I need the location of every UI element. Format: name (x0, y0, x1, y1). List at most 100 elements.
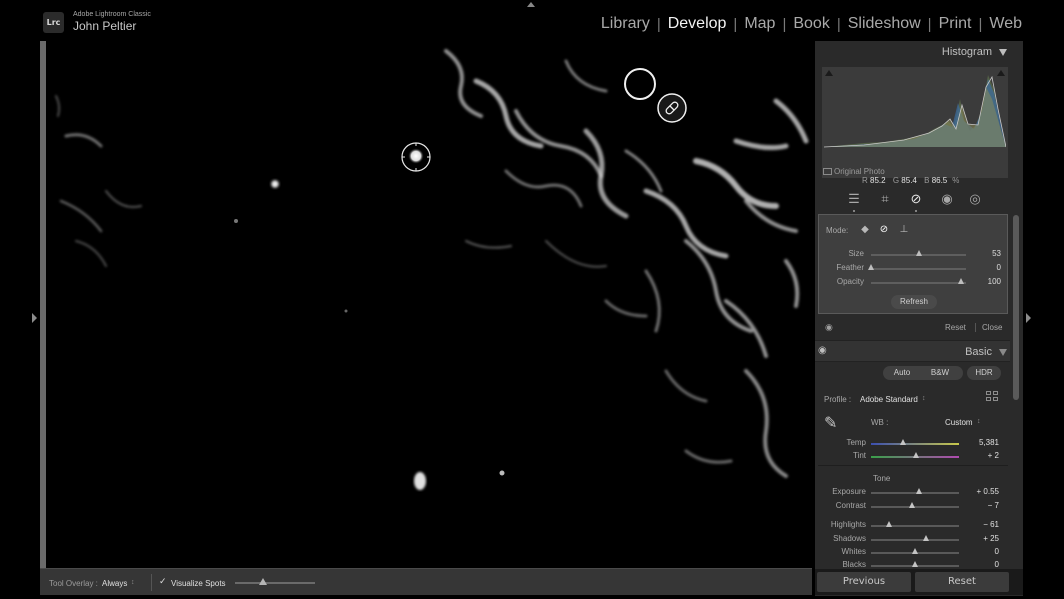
slider-tint[interactable]: Tint + 2 (815, 450, 1010, 462)
slider-thumb[interactable] (909, 502, 916, 508)
rgb-unit: % (952, 176, 960, 185)
slider-value[interactable]: − 61 (983, 520, 999, 529)
slider-value[interactable]: + 0.55 (977, 487, 999, 496)
slider-thumb[interactable] (916, 488, 923, 494)
slider-whites[interactable]: Whites 0 (815, 546, 1010, 558)
slider-feather[interactable]: Feather 0 (819, 262, 1009, 274)
profile-dropdown-icon[interactable]: ↕ (922, 395, 926, 402)
module-book[interactable]: Book (793, 15, 829, 33)
slider-size[interactable]: Size 53 (819, 248, 1009, 260)
visualize-spots-label[interactable]: Visualize Spots (171, 579, 226, 588)
slider-exposure[interactable]: Exposure + 0.55 (815, 486, 1010, 498)
tool-overlay-select[interactable]: Always (102, 579, 127, 588)
spot-close-button[interactable]: Close (982, 323, 1002, 332)
slider-value[interactable]: + 25 (983, 534, 999, 543)
slider-thumb[interactable] (899, 439, 906, 445)
histogram-header[interactable]: Histogram (815, 41, 1010, 63)
module-develop[interactable]: Develop (668, 15, 727, 33)
module-web[interactable]: Web (989, 15, 1022, 33)
slider-label: Shadows (833, 534, 866, 543)
slider-thumb[interactable] (912, 548, 918, 554)
slider-track[interactable] (871, 268, 966, 270)
slider-track[interactable] (871, 492, 959, 494)
toolbar-divider (151, 574, 152, 591)
slider-value[interactable]: 100 (988, 277, 1001, 286)
g-label: G (892, 176, 900, 185)
wb-dropdown-icon[interactable]: ↕ (977, 418, 981, 425)
slider-label: Exposure (832, 487, 866, 496)
reset-button[interactable]: Reset (915, 572, 1009, 592)
slider-value[interactable]: 5,381 (979, 438, 999, 447)
basic-collapse-icon[interactable] (999, 349, 1007, 356)
slider-thumb[interactable] (915, 250, 922, 256)
visualize-threshold-slider[interactable] (235, 582, 315, 584)
profile-browser-icon[interactable] (986, 391, 999, 403)
tool-overlay-dropdown-icon[interactable]: ↕ (131, 579, 135, 586)
original-photo-checkbox[interactable] (823, 168, 832, 175)
collapse-right-panel-icon[interactable] (1026, 313, 1031, 323)
masking-icon[interactable]: ◎ (967, 191, 983, 207)
basic-panel-header[interactable]: ◉ Basic (815, 340, 1010, 362)
slider-track[interactable] (871, 282, 966, 284)
slider-temp[interactable]: Temp 5,381 (815, 437, 1010, 449)
heal-icon[interactable]: ⊘ (878, 224, 890, 236)
slider-contrast[interactable]: Contrast − 7 (815, 500, 1010, 512)
slider-label: Feather (836, 263, 864, 272)
eye-icon[interactable]: ◉ (825, 322, 833, 333)
slider-thumb[interactable] (885, 521, 892, 527)
crop-icon[interactable]: ⌗ (877, 191, 893, 207)
module-library[interactable]: Library (601, 15, 650, 33)
slider-track[interactable] (871, 525, 959, 527)
slider-value[interactable]: 0 (997, 263, 1001, 272)
spot-reset-button[interactable]: Reset (945, 323, 966, 332)
eyedropper-icon[interactable]: ✎ (824, 413, 846, 435)
lightroom-logo: Lrc (43, 12, 64, 33)
module-slideshow[interactable]: Slideshow (848, 15, 921, 33)
module-separator: | (656, 15, 661, 33)
slider-value[interactable]: 53 (992, 249, 1001, 258)
slider-thumb[interactable] (912, 561, 918, 567)
collapse-top-panel-icon[interactable] (527, 2, 535, 7)
wb-select[interactable]: Custom (945, 418, 973, 427)
slider-label: Opacity (836, 277, 864, 286)
spot-brush-cursor (624, 68, 656, 100)
bw-button[interactable]: B&W (927, 366, 953, 380)
slider-thumb[interactable] (868, 264, 874, 270)
slider-value[interactable]: − 7 (988, 501, 999, 510)
visualize-threshold-thumb[interactable] (259, 578, 267, 585)
slider-value[interactable]: 0 (995, 547, 999, 556)
slider-opacity[interactable]: Opacity 100 (819, 276, 1009, 288)
hdr-button[interactable]: HDR (967, 366, 1001, 380)
slider-thumb[interactable] (922, 535, 929, 541)
slider-shadows[interactable]: Shadows + 25 (815, 533, 1010, 545)
redeye-icon[interactable]: ◉ (939, 191, 955, 207)
user-name: John Peltier (73, 19, 137, 33)
tool-overlay-label: Tool Overlay : (49, 579, 98, 588)
slider-label: Highlights (830, 520, 866, 529)
histogram-collapse-icon[interactable] (999, 49, 1007, 56)
photo-canvas[interactable] (40, 41, 812, 568)
highlight-clipping-icon[interactable] (997, 70, 1005, 76)
eye-icon[interactable]: ◉ (818, 345, 827, 356)
module-map[interactable]: Map (744, 15, 775, 33)
module-print[interactable]: Print (939, 15, 972, 33)
expand-left-panel-icon[interactable] (32, 313, 37, 323)
slider-track[interactable] (871, 443, 959, 445)
previous-button[interactable]: Previous (817, 572, 911, 592)
healing-icon[interactable]: ⊘ (908, 191, 924, 207)
profile-select[interactable]: Adobe Standard (860, 395, 918, 404)
auto-button[interactable]: Auto (888, 366, 916, 380)
refresh-button[interactable]: Refresh (891, 295, 937, 309)
visualize-spots-checkbox[interactable]: ✓ (159, 577, 168, 586)
slider-value[interactable]: + 2 (988, 451, 999, 460)
slider-thumb[interactable] (958, 278, 965, 284)
clone-icon[interactable]: ⊥ (898, 224, 910, 236)
panel-scrollbar[interactable] (1013, 215, 1019, 400)
shadow-clipping-icon[interactable] (825, 70, 833, 76)
slider-thumb[interactable] (912, 452, 919, 458)
slider-track[interactable] (871, 539, 959, 541)
sliders-icon[interactable]: ☰ (846, 191, 862, 207)
slider-highlights[interactable]: Highlights − 61 (815, 519, 1010, 531)
content-aware-icon[interactable]: ◆ (859, 224, 871, 236)
slider-value[interactable]: 0 (995, 560, 999, 569)
